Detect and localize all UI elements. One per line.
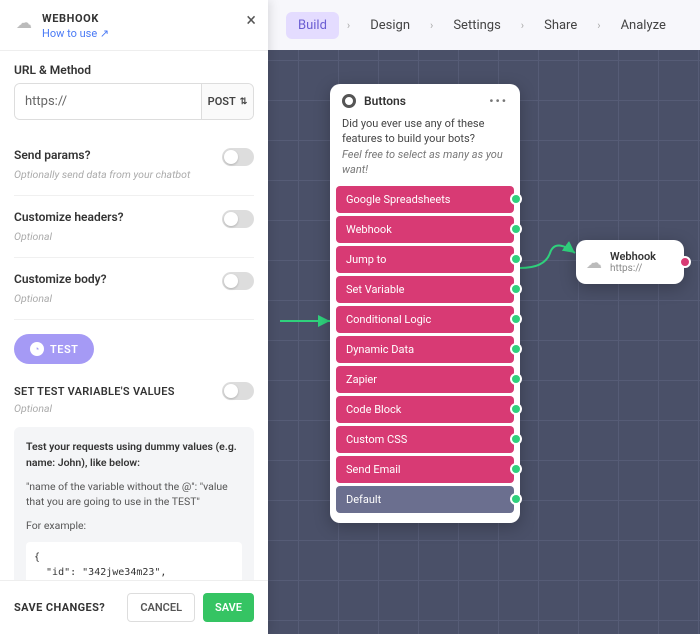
save-button[interactable]: SAVE xyxy=(203,593,254,622)
send-params-label: Send params? xyxy=(14,148,190,162)
node-title: Buttons xyxy=(364,94,406,108)
option-item[interactable]: Google Spreadsheets xyxy=(336,186,514,213)
output-port[interactable] xyxy=(510,193,522,205)
tab-share[interactable]: Share xyxy=(532,12,589,39)
tab-analyze[interactable]: Analyze xyxy=(609,12,678,39)
code-example: { "id": "342jwe34m23", "name": "John" } xyxy=(26,542,242,580)
chevron-updown-icon: ⇅ xyxy=(240,97,248,107)
node-prompt: Did you ever use any of these features t… xyxy=(330,116,520,186)
output-port[interactable] xyxy=(510,433,522,445)
cloud-icon: ☁ xyxy=(586,253,602,272)
panel-title: WEBHOOK xyxy=(42,12,109,25)
output-port[interactable] xyxy=(510,253,522,265)
body-toggle[interactable] xyxy=(222,272,254,290)
test-vars-title: SET TEST VARIABLE'S VALUES xyxy=(14,385,175,398)
body-label: Customize body? xyxy=(14,272,107,286)
headers-label: Customize headers? xyxy=(14,210,124,224)
tab-settings[interactable]: Settings xyxy=(441,12,512,39)
ring-icon xyxy=(342,94,356,108)
test-button[interactable]: ◔TEST xyxy=(14,334,94,364)
option-item[interactable]: Webhook xyxy=(336,216,514,243)
cloud-icon: ☁ xyxy=(14,12,34,32)
test-vars-toggle[interactable] xyxy=(222,382,254,400)
tab-build[interactable]: Build xyxy=(286,12,339,39)
send-params-toggle[interactable] xyxy=(222,148,254,166)
option-item[interactable]: Custom CSS xyxy=(336,426,514,453)
method-select[interactable]: POST⇅ xyxy=(201,84,253,119)
help-box: Test your requests using dummy values (e… xyxy=(14,427,254,580)
more-icon[interactable]: ••• xyxy=(489,94,508,108)
option-item[interactable]: Send Email xyxy=(336,456,514,483)
cancel-button[interactable]: CANCEL xyxy=(127,593,195,622)
top-nav: Build› Design› Settings› Share› Analyze xyxy=(268,0,700,50)
option-item[interactable]: Zapier xyxy=(336,366,514,393)
option-default[interactable]: Default xyxy=(336,486,514,513)
output-port[interactable] xyxy=(510,343,522,355)
output-port[interactable] xyxy=(510,403,522,415)
option-item[interactable]: Jump to xyxy=(336,246,514,273)
option-item[interactable]: Dynamic Data xyxy=(336,336,514,363)
clock-icon: ◔ xyxy=(30,342,44,356)
save-question: SAVE CHANGES? xyxy=(14,601,105,614)
option-item[interactable]: Set Variable xyxy=(336,276,514,303)
option-item[interactable]: Code Block xyxy=(336,396,514,423)
option-item[interactable]: Conditional Logic xyxy=(336,306,514,333)
webhook-node-url: https:// xyxy=(610,263,656,274)
output-port[interactable] xyxy=(510,313,522,325)
output-port[interactable] xyxy=(679,256,691,268)
headers-toggle[interactable] xyxy=(222,210,254,228)
output-port[interactable] xyxy=(510,463,522,475)
webhook-node[interactable]: ☁ Webhook https:// xyxy=(576,240,684,284)
output-port[interactable] xyxy=(510,493,522,505)
close-icon[interactable]: × xyxy=(246,12,256,30)
webhook-node-title: Webhook xyxy=(610,250,656,263)
output-port[interactable] xyxy=(510,283,522,295)
buttons-node[interactable]: Buttons ••• Did you ever use any of thes… xyxy=(330,84,520,523)
output-port[interactable] xyxy=(510,373,522,385)
webhook-panel: ☁ WEBHOOK How to use ↗ × URL & Method PO… xyxy=(0,0,268,634)
tab-design[interactable]: Design xyxy=(358,12,422,39)
how-to-use-link[interactable]: How to use ↗ xyxy=(42,27,109,40)
url-input[interactable] xyxy=(15,84,201,119)
output-port[interactable] xyxy=(510,223,522,235)
url-method-label: URL & Method xyxy=(14,63,254,77)
